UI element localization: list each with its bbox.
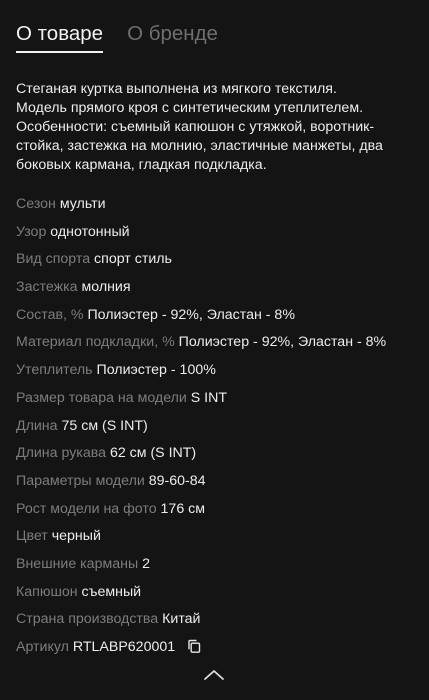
property-value: однотонный [50,223,130,240]
property-value: 2 [142,555,150,572]
property-color: Цвет черный [16,527,421,555]
property-value: 89-60-84 [148,472,206,489]
property-label: Узор [16,223,47,240]
property-value: RTLABP620001 [72,639,176,655]
property-value: Полиэстер - 100% [96,362,216,379]
property-value: спорт стиль [94,251,172,268]
property-label: Вид спорта [16,251,91,268]
property-value: 176 см [160,500,206,517]
property-lining-material: Материал подкладки, % Полиэстер - 92%, Э… [16,333,421,361]
property-label: Утеплитель [16,362,93,379]
property-fastener: Застежка молния [16,278,421,306]
property-value: Полиэстер - 92%, Эластан - 8% [87,306,295,323]
property-label: Страна производства [16,611,159,628]
property-length: Длина 75 см (S INT) [16,417,421,445]
property-insulation: Утеплитель Полиэстер - 100% [16,361,421,389]
property-pattern: Узор однотонный [16,223,421,251]
property-label: Длина [16,417,58,434]
property-value: Китай [162,611,201,628]
property-model-size: Размер товара на модели S INT [16,389,421,417]
property-sport: Вид спорта спорт стиль [16,250,421,278]
property-sku: Артикул RTLABP620001 [16,638,421,666]
property-value: 75 см (S INT) [61,417,148,434]
property-composition: Состав, % Полиэстер - 92%, Эластан - 8% [16,306,421,334]
property-label: Цвет [16,528,48,545]
product-properties: Сезон мульти Узор однотонный Вид спорта … [16,195,421,666]
product-description: Стеганая куртка выполнена из мягкого тек… [16,81,383,173]
property-country: Страна производства Китай [16,610,421,638]
property-value: мульти [59,196,106,212]
property-outer-pockets: Внешние карманы 2 [16,555,421,583]
property-label: Длина рукава [16,445,106,462]
property-value: S INT [190,389,228,406]
tab-about-product[interactable]: О товаре [16,20,104,53]
property-label: Внешние карманы [16,555,139,572]
property-sleeve-length: Длина рукава 62 см (S INT) [16,444,421,472]
property-label: Материал подкладки, % [16,334,175,351]
product-tabs: О товаре О бренде [16,20,218,54]
property-value: Полиэстер - 92%, Эластан - 8% [178,334,387,351]
property-label: Рост модели на фото [16,500,157,517]
chevron-up-icon[interactable] [203,668,225,682]
property-label: Капюшон [16,583,78,600]
property-hood: Капюшон съемный [16,583,421,611]
property-model-measurements: Параметры модели 89-60-84 [16,472,421,500]
property-value: съемный [81,583,142,600]
property-label: Состав, % [16,306,84,323]
property-value: 62 см (S INT) [109,445,197,462]
property-label: Застежка [16,279,78,296]
property-value: черный [51,528,101,545]
copy-icon[interactable] [187,639,201,653]
property-value: молния [81,279,131,296]
property-model-height: Рост модели на фото 176 см [16,500,421,528]
property-season: Сезон мульти [16,195,421,223]
property-label: Параметры модели [16,472,145,489]
tab-about-brand[interactable]: О бренде [127,20,218,48]
property-label: Артикул [16,639,69,655]
property-label: Сезон [16,196,56,212]
property-label: Размер товара на модели [16,389,187,406]
